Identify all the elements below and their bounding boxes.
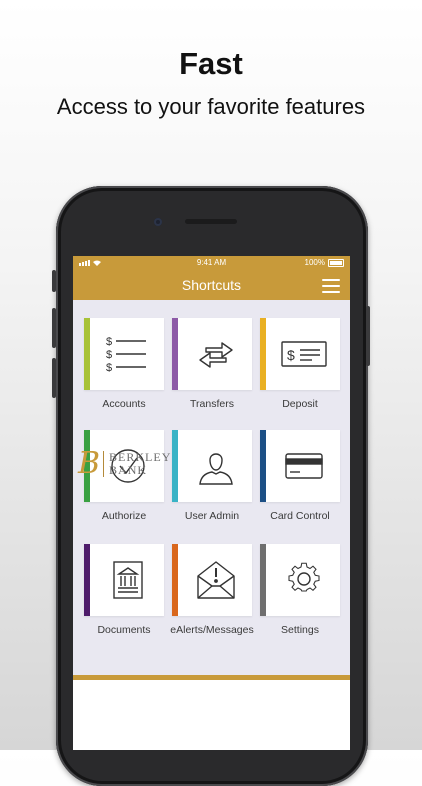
shortcut-label: Accounts (102, 398, 146, 410)
alert-envelope-icon (192, 560, 240, 600)
logo-mark: B (78, 446, 101, 481)
shortcut-tile[interactable] (260, 430, 340, 502)
shortcut-tile[interactable]: $ (260, 318, 340, 390)
check-icon: $ (280, 334, 328, 374)
app-screen: 9:41 AM 100% Shortcuts $ $ $ Accounts Transf… (73, 256, 350, 750)
phone-side-button (52, 308, 56, 348)
earpiece (185, 219, 237, 224)
phone-side-button (52, 270, 56, 292)
bank-logo: B BERKLEY BANK (78, 446, 171, 481)
tile-color-stripe (260, 544, 266, 616)
shortcut-user-admin[interactable]: User Admin (172, 430, 252, 522)
shortcut-label: eAlerts/Messages (170, 624, 254, 636)
tile-color-stripe (172, 544, 178, 616)
user-icon (192, 446, 240, 486)
footer (73, 680, 350, 750)
shortcut-label: Deposit (282, 398, 318, 410)
promo-headline: Fast (179, 46, 243, 81)
tile-color-stripe (84, 318, 90, 390)
shortcut-label: Transfers (190, 398, 234, 410)
svg-text:$: $ (287, 347, 295, 363)
hamburger-menu-icon[interactable] (322, 279, 340, 293)
gear-icon (280, 560, 328, 600)
shortcut-label: Settings (281, 624, 319, 636)
phone-side-button (366, 306, 370, 366)
header-bar: Shortcuts (73, 270, 350, 300)
shortcut-tile[interactable]: $ $ $ (84, 318, 164, 390)
tile-color-stripe (172, 318, 178, 390)
shortcut-tile[interactable] (172, 544, 252, 616)
logo-line-2: BANK (109, 462, 148, 477)
logo-divider (103, 450, 105, 477)
svg-text:$: $ (106, 362, 112, 374)
logo-line-1: BERKLEY (109, 449, 172, 464)
phone-side-button (52, 358, 56, 398)
battery: 100% (305, 258, 344, 267)
page-title: Shortcuts (181, 277, 242, 293)
shortcut-label: User Admin (184, 510, 240, 522)
logo-wordmark: BERKLEY BANK (109, 449, 172, 477)
status-bar: 9:41 AM 100% (73, 256, 350, 270)
shortcut-tile[interactable] (260, 544, 340, 616)
shortcut-label: Authorize (101, 510, 147, 522)
shortcut-card-control[interactable]: Card Control (260, 430, 340, 522)
shortcut-settings[interactable]: Settings (260, 544, 340, 636)
battery-percent: 100% (304, 258, 325, 267)
promo-subline: Access to your favorite features (56, 94, 366, 119)
shortcut-tile[interactable] (84, 544, 164, 616)
tile-color-stripe (84, 544, 90, 616)
tile-color-stripe (260, 318, 266, 390)
transfer-arrows-icon (192, 334, 240, 374)
shortcut-documents[interactable]: Documents (84, 544, 164, 636)
svg-text:$: $ (106, 336, 112, 348)
shortcut-deposit[interactable]: $ Deposit (260, 318, 340, 410)
battery-icon (328, 258, 344, 267)
shortcut-ealerts-messages[interactable]: eAlerts/Messages (170, 544, 254, 636)
credit-card-icon (280, 446, 328, 486)
tile-color-stripe (260, 430, 266, 502)
front-camera (154, 218, 162, 226)
accounts-list-icon: $ $ $ (104, 334, 152, 374)
shortcut-label: Card Control (270, 510, 330, 522)
bank-document-icon (104, 560, 152, 600)
shortcut-label: Documents (97, 624, 151, 636)
tile-color-stripe (172, 430, 178, 502)
shortcut-tile[interactable] (172, 318, 252, 390)
shortcut-transfers[interactable]: Transfers (172, 318, 252, 410)
shortcut-tile[interactable] (172, 430, 252, 502)
shortcut-accounts[interactable]: $ $ $ Accounts (84, 318, 164, 410)
svg-text:$: $ (106, 349, 112, 361)
